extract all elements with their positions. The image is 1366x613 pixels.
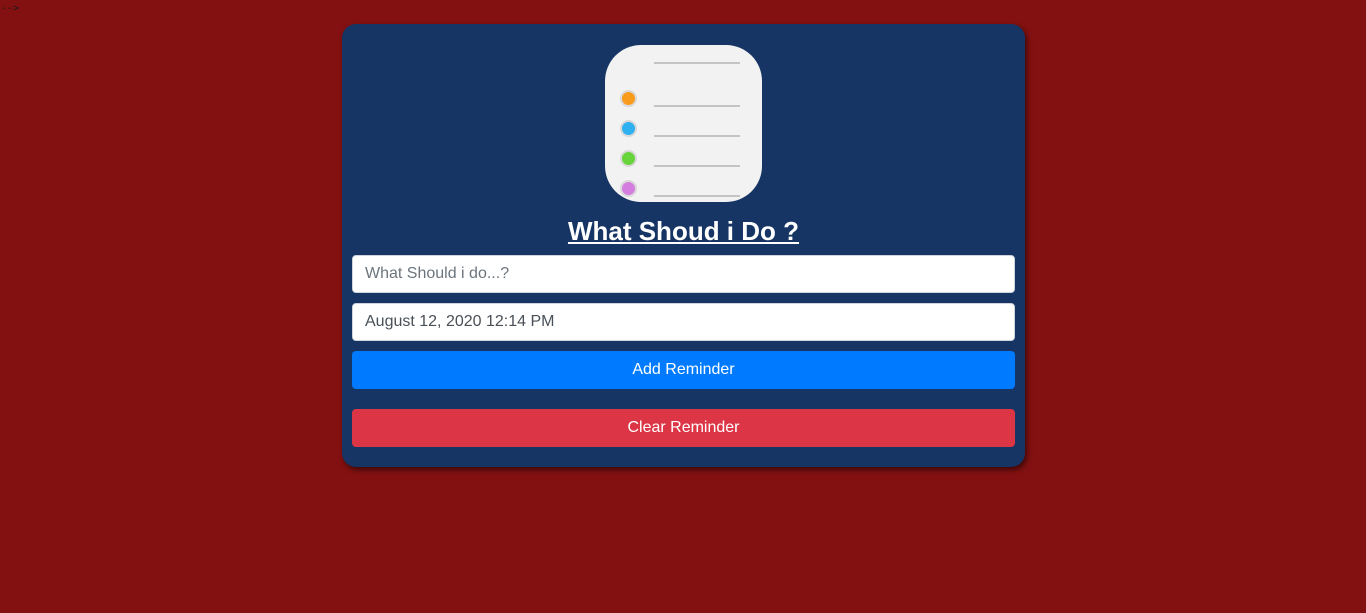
list-line xyxy=(654,135,740,137)
list-line xyxy=(654,165,740,167)
reminders-app-icon xyxy=(605,45,762,202)
purple-dot-icon xyxy=(620,180,637,197)
add-reminder-button[interactable]: Add Reminder xyxy=(352,351,1015,389)
datetime-input[interactable] xyxy=(352,303,1015,341)
task-input[interactable] xyxy=(352,255,1015,293)
list-line xyxy=(654,105,740,107)
reminder-card: What Shoud i Do ? Add Reminder Clear Rem… xyxy=(342,24,1025,467)
clear-reminder-button[interactable]: Clear Reminder xyxy=(352,409,1015,447)
stray-comment-text: --> xyxy=(1,3,20,14)
list-line xyxy=(654,195,740,197)
icon-list-row xyxy=(605,88,762,112)
green-dot-icon xyxy=(620,150,637,167)
page-title: What Shoud i Do ? xyxy=(567,216,800,246)
blue-dot-icon xyxy=(620,120,637,137)
icon-list-row xyxy=(605,118,762,142)
orange-dot-icon xyxy=(620,90,637,107)
list-line xyxy=(654,62,740,64)
icon-list-row xyxy=(605,178,762,202)
icon-list-row xyxy=(605,148,762,172)
